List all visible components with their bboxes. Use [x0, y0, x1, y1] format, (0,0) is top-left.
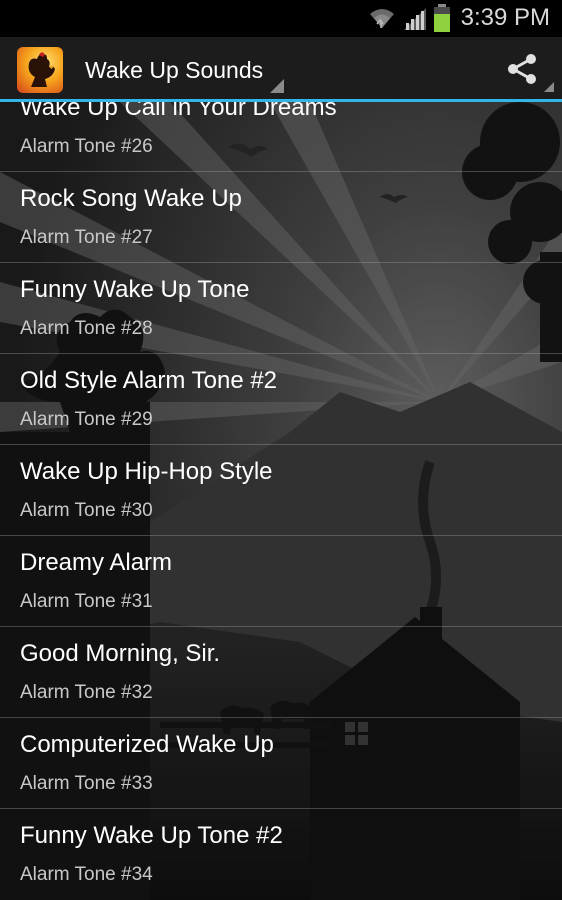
tone-title: Wake Up Call in Your Dreams: [20, 102, 337, 121]
tone-title: Funny Wake Up Tone #2: [20, 822, 283, 849]
tone-subtitle: Alarm Tone #32: [20, 682, 153, 703]
tone-subtitle: Alarm Tone #28: [20, 318, 153, 339]
list-item[interactable]: Funny Wake Up Tone Alarm Tone #28: [0, 262, 562, 354]
signal-icon: [404, 8, 426, 30]
tone-subtitle: Alarm Tone #30: [20, 500, 153, 521]
tone-subtitle: Alarm Tone #29: [20, 409, 153, 430]
list-item[interactable]: Wake Up Hip-Hop Style Alarm Tone #30: [0, 444, 562, 536]
share-icon: [508, 54, 536, 84]
tone-title: Wake Up Hip-Hop Style: [20, 458, 273, 485]
status-time: 3:39 PM: [460, 4, 550, 31]
list-item[interactable]: Rock Song Wake Up Alarm Tone #27: [0, 171, 562, 263]
app-title[interactable]: Wake Up Sounds: [85, 57, 263, 84]
spinner-indicator: [270, 79, 284, 93]
list-item[interactable]: Funny Wake Up Tone #2 Alarm Tone #34: [0, 808, 562, 899]
tone-subtitle: Alarm Tone #27: [20, 227, 153, 248]
list-item[interactable]: Good Morning, Sir. Alarm Tone #32: [0, 626, 562, 718]
status-bar: 3:39 PM: [0, 0, 562, 37]
share-button[interactable]: [482, 37, 562, 100]
tone-title: Rock Song Wake Up: [20, 185, 242, 212]
battery-icon: [434, 4, 450, 32]
tone-list[interactable]: Wake Up Call in Your Dreams Alarm Tone #…: [0, 102, 562, 900]
tone-title: Good Morning, Sir.: [20, 640, 221, 667]
wifi-icon: [370, 9, 394, 28]
list-item[interactable]: Old Style Alarm Tone #2 Alarm Tone #29: [0, 353, 562, 445]
action-bar: Wake Up Sounds: [0, 37, 562, 100]
tone-title: Dreamy Alarm: [20, 549, 173, 576]
tone-subtitle: Alarm Tone #33: [20, 773, 153, 794]
tone-title: Funny Wake Up Tone: [20, 276, 250, 303]
tone-title: Computerized Wake Up: [20, 731, 274, 758]
tone-subtitle: Alarm Tone #31: [20, 591, 153, 612]
list-item[interactable]: Wake Up Call in Your Dreams Alarm Tone #…: [0, 102, 562, 172]
list-item[interactable]: Dreamy Alarm Alarm Tone #31: [0, 535, 562, 627]
rooster-icon[interactable]: [17, 47, 63, 93]
tone-subtitle: Alarm Tone #26: [20, 136, 153, 157]
tone-title: Old Style Alarm Tone #2: [20, 367, 278, 394]
tone-subtitle: Alarm Tone #34: [20, 864, 153, 885]
list-item[interactable]: Computerized Wake Up Alarm Tone #33: [0, 717, 562, 809]
overflow-indicator: [544, 82, 554, 92]
